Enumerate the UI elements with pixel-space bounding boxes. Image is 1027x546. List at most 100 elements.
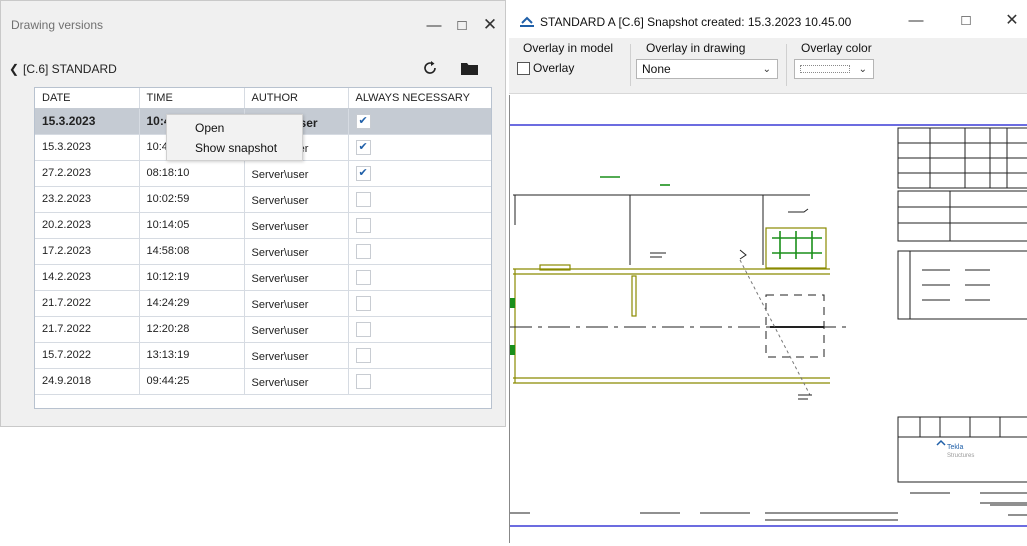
titlebar[interactable]: STANDARD A [C.6] Snapshot created: 15.3.… xyxy=(509,0,1027,38)
overlay-in-drawing-select[interactable]: None ⌄ xyxy=(636,59,778,79)
cell-author: Server\user xyxy=(244,290,349,317)
chevron-down-icon: ⌄ xyxy=(858,64,867,75)
cell-always-necessary xyxy=(348,264,491,291)
folder-icon[interactable] xyxy=(461,62,478,75)
chevron-down-icon: ⌄ xyxy=(762,64,771,75)
maximize-button[interactable]: □ xyxy=(447,11,477,39)
overlay-in-drawing-label: Overlay in drawing xyxy=(646,41,746,55)
table-row[interactable]: 15.7.2022 13:13:19 Server\user xyxy=(35,342,491,369)
svg-text:Structures: Structures xyxy=(947,453,974,459)
always-necessary-checkbox[interactable] xyxy=(355,373,371,389)
context-menu: Open Show snapshot xyxy=(166,114,303,161)
minimize-button[interactable]: — xyxy=(901,6,931,34)
cell-always-necessary xyxy=(348,186,491,213)
column-header-time[interactable]: TIME xyxy=(139,88,245,109)
refresh-icon[interactable] xyxy=(421,59,439,77)
cell-date: 24.9.2018 xyxy=(35,368,140,395)
green-marker xyxy=(510,345,515,355)
close-button[interactable]: ✕ xyxy=(997,6,1027,34)
breadcrumb: [C.6] STANDARD xyxy=(23,62,117,76)
bolt-group xyxy=(600,176,822,259)
divider xyxy=(630,44,631,86)
always-necessary-checkbox[interactable] xyxy=(355,113,371,129)
always-necessary-checkbox[interactable] xyxy=(355,347,371,363)
chevron-left-icon[interactable]: ❮ xyxy=(9,62,19,76)
drawing-canvas[interactable]: Tekla Structures xyxy=(509,95,1027,543)
table-row[interactable]: 21.7.2022 12:20:28 Server\user xyxy=(35,316,491,343)
close-button[interactable]: ✕ xyxy=(475,11,505,39)
always-necessary-checkbox[interactable] xyxy=(355,165,371,181)
always-necessary-checkbox[interactable] xyxy=(355,191,371,207)
cell-author: Server\user xyxy=(244,186,349,213)
cell-always-necessary xyxy=(348,160,491,187)
cell-always-necessary xyxy=(348,212,491,239)
overlay-checkbox[interactable] xyxy=(517,62,530,75)
overlay-options-bar: Overlay in model Overlay Overlay in draw… xyxy=(509,38,1027,94)
cell-date: 21.7.2022 xyxy=(35,290,140,317)
always-necessary-checkbox[interactable] xyxy=(355,217,371,233)
table-row[interactable]: 20.2.2023 10:14:05 Server\user xyxy=(35,212,491,239)
cell-time: 13:13:19 xyxy=(139,342,245,369)
cell-always-necessary xyxy=(348,134,491,161)
cell-always-necessary xyxy=(348,368,491,395)
cell-time: 14:58:08 xyxy=(139,238,245,265)
always-necessary-checkbox[interactable] xyxy=(355,269,371,285)
cell-date: 20.2.2023 xyxy=(35,212,140,239)
cell-time: 09:44:25 xyxy=(139,368,245,395)
cell-time: 14:24:29 xyxy=(139,290,245,317)
cell-always-necessary xyxy=(348,342,491,369)
cell-date: 23.2.2023 xyxy=(35,186,140,213)
overlay-checkbox-label[interactable]: Overlay xyxy=(533,61,574,75)
minimize-button[interactable]: — xyxy=(419,11,449,39)
beam-elevation xyxy=(513,227,830,384)
window-title: STANDARD A [C.6] Snapshot created: 15.3.… xyxy=(540,15,852,29)
dimension-lines xyxy=(510,194,850,400)
cell-author: Server\user xyxy=(244,160,349,187)
cell-author: Server\user xyxy=(244,212,349,239)
column-header-author[interactable]: AUTHOR xyxy=(244,88,349,109)
menu-item-show-snapshot[interactable]: Show snapshot xyxy=(195,141,277,155)
column-header-always-necessary[interactable]: ALWAYS NECESSARY xyxy=(348,88,491,109)
cell-date: 15.3.2023 xyxy=(35,134,140,161)
cell-date: 27.2.2023 xyxy=(35,160,140,187)
table-row[interactable]: 27.2.2023 08:18:10 Server\user xyxy=(35,160,491,187)
titlebar[interactable]: Drawing versions — □ ✕ xyxy=(1,1,505,45)
always-necessary-checkbox[interactable] xyxy=(355,295,371,311)
tekla-logo: Tekla Structures xyxy=(936,439,974,459)
cell-author: Server\user xyxy=(244,368,349,395)
svg-text:Tekla: Tekla xyxy=(947,444,963,451)
table-row[interactable]: 24.9.2018 09:44:25 Server\user xyxy=(35,368,491,395)
table-row[interactable]: 21.7.2022 14:24:29 Server\user xyxy=(35,290,491,317)
table-row[interactable]: 17.2.2023 14:58:08 Server\user xyxy=(35,238,491,265)
window-title: Drawing versions xyxy=(11,18,104,32)
cell-time: 12:20:28 xyxy=(139,316,245,343)
cell-author: Server\user xyxy=(244,342,349,369)
table-header: DATE TIME AUTHOR ALWAYS NECESSARY xyxy=(35,88,491,109)
drawing-versions-window: Drawing versions — □ ✕ ❮ [C.6] STANDARD … xyxy=(0,0,506,427)
cell-time: 08:18:10 xyxy=(139,160,245,187)
overlay-color-select[interactable]: ⌄ xyxy=(794,59,874,79)
cell-always-necessary xyxy=(348,290,491,317)
cell-always-necessary xyxy=(348,108,491,135)
overlay-in-model-label: Overlay in model xyxy=(523,41,614,55)
cell-time: 10:14:05 xyxy=(139,212,245,239)
app-icon xyxy=(520,16,534,27)
toolbar: ❮ [C.6] STANDARD xyxy=(1,53,505,83)
cell-always-necessary xyxy=(348,316,491,343)
color-swatch xyxy=(800,65,850,73)
cell-date: 15.7.2022 xyxy=(35,342,140,369)
cell-date: 14.2.2023 xyxy=(35,264,140,291)
always-necessary-checkbox[interactable] xyxy=(355,139,371,155)
column-header-date[interactable]: DATE xyxy=(35,88,140,109)
table-row[interactable]: 23.2.2023 10:02:59 Server\user xyxy=(35,186,491,213)
cell-time: 10:02:59 xyxy=(139,186,245,213)
cell-author: Server\user xyxy=(244,238,349,265)
always-necessary-checkbox[interactable] xyxy=(355,321,371,337)
cell-time: 10:12:19 xyxy=(139,264,245,291)
table-row[interactable]: 14.2.2023 10:12:19 Server\user xyxy=(35,264,491,291)
cell-date: 17.2.2023 xyxy=(35,238,140,265)
always-necessary-checkbox[interactable] xyxy=(355,243,371,259)
menu-item-open[interactable]: Open xyxy=(195,121,224,135)
maximize-button[interactable]: □ xyxy=(951,6,981,34)
cell-date: 21.7.2022 xyxy=(35,316,140,343)
